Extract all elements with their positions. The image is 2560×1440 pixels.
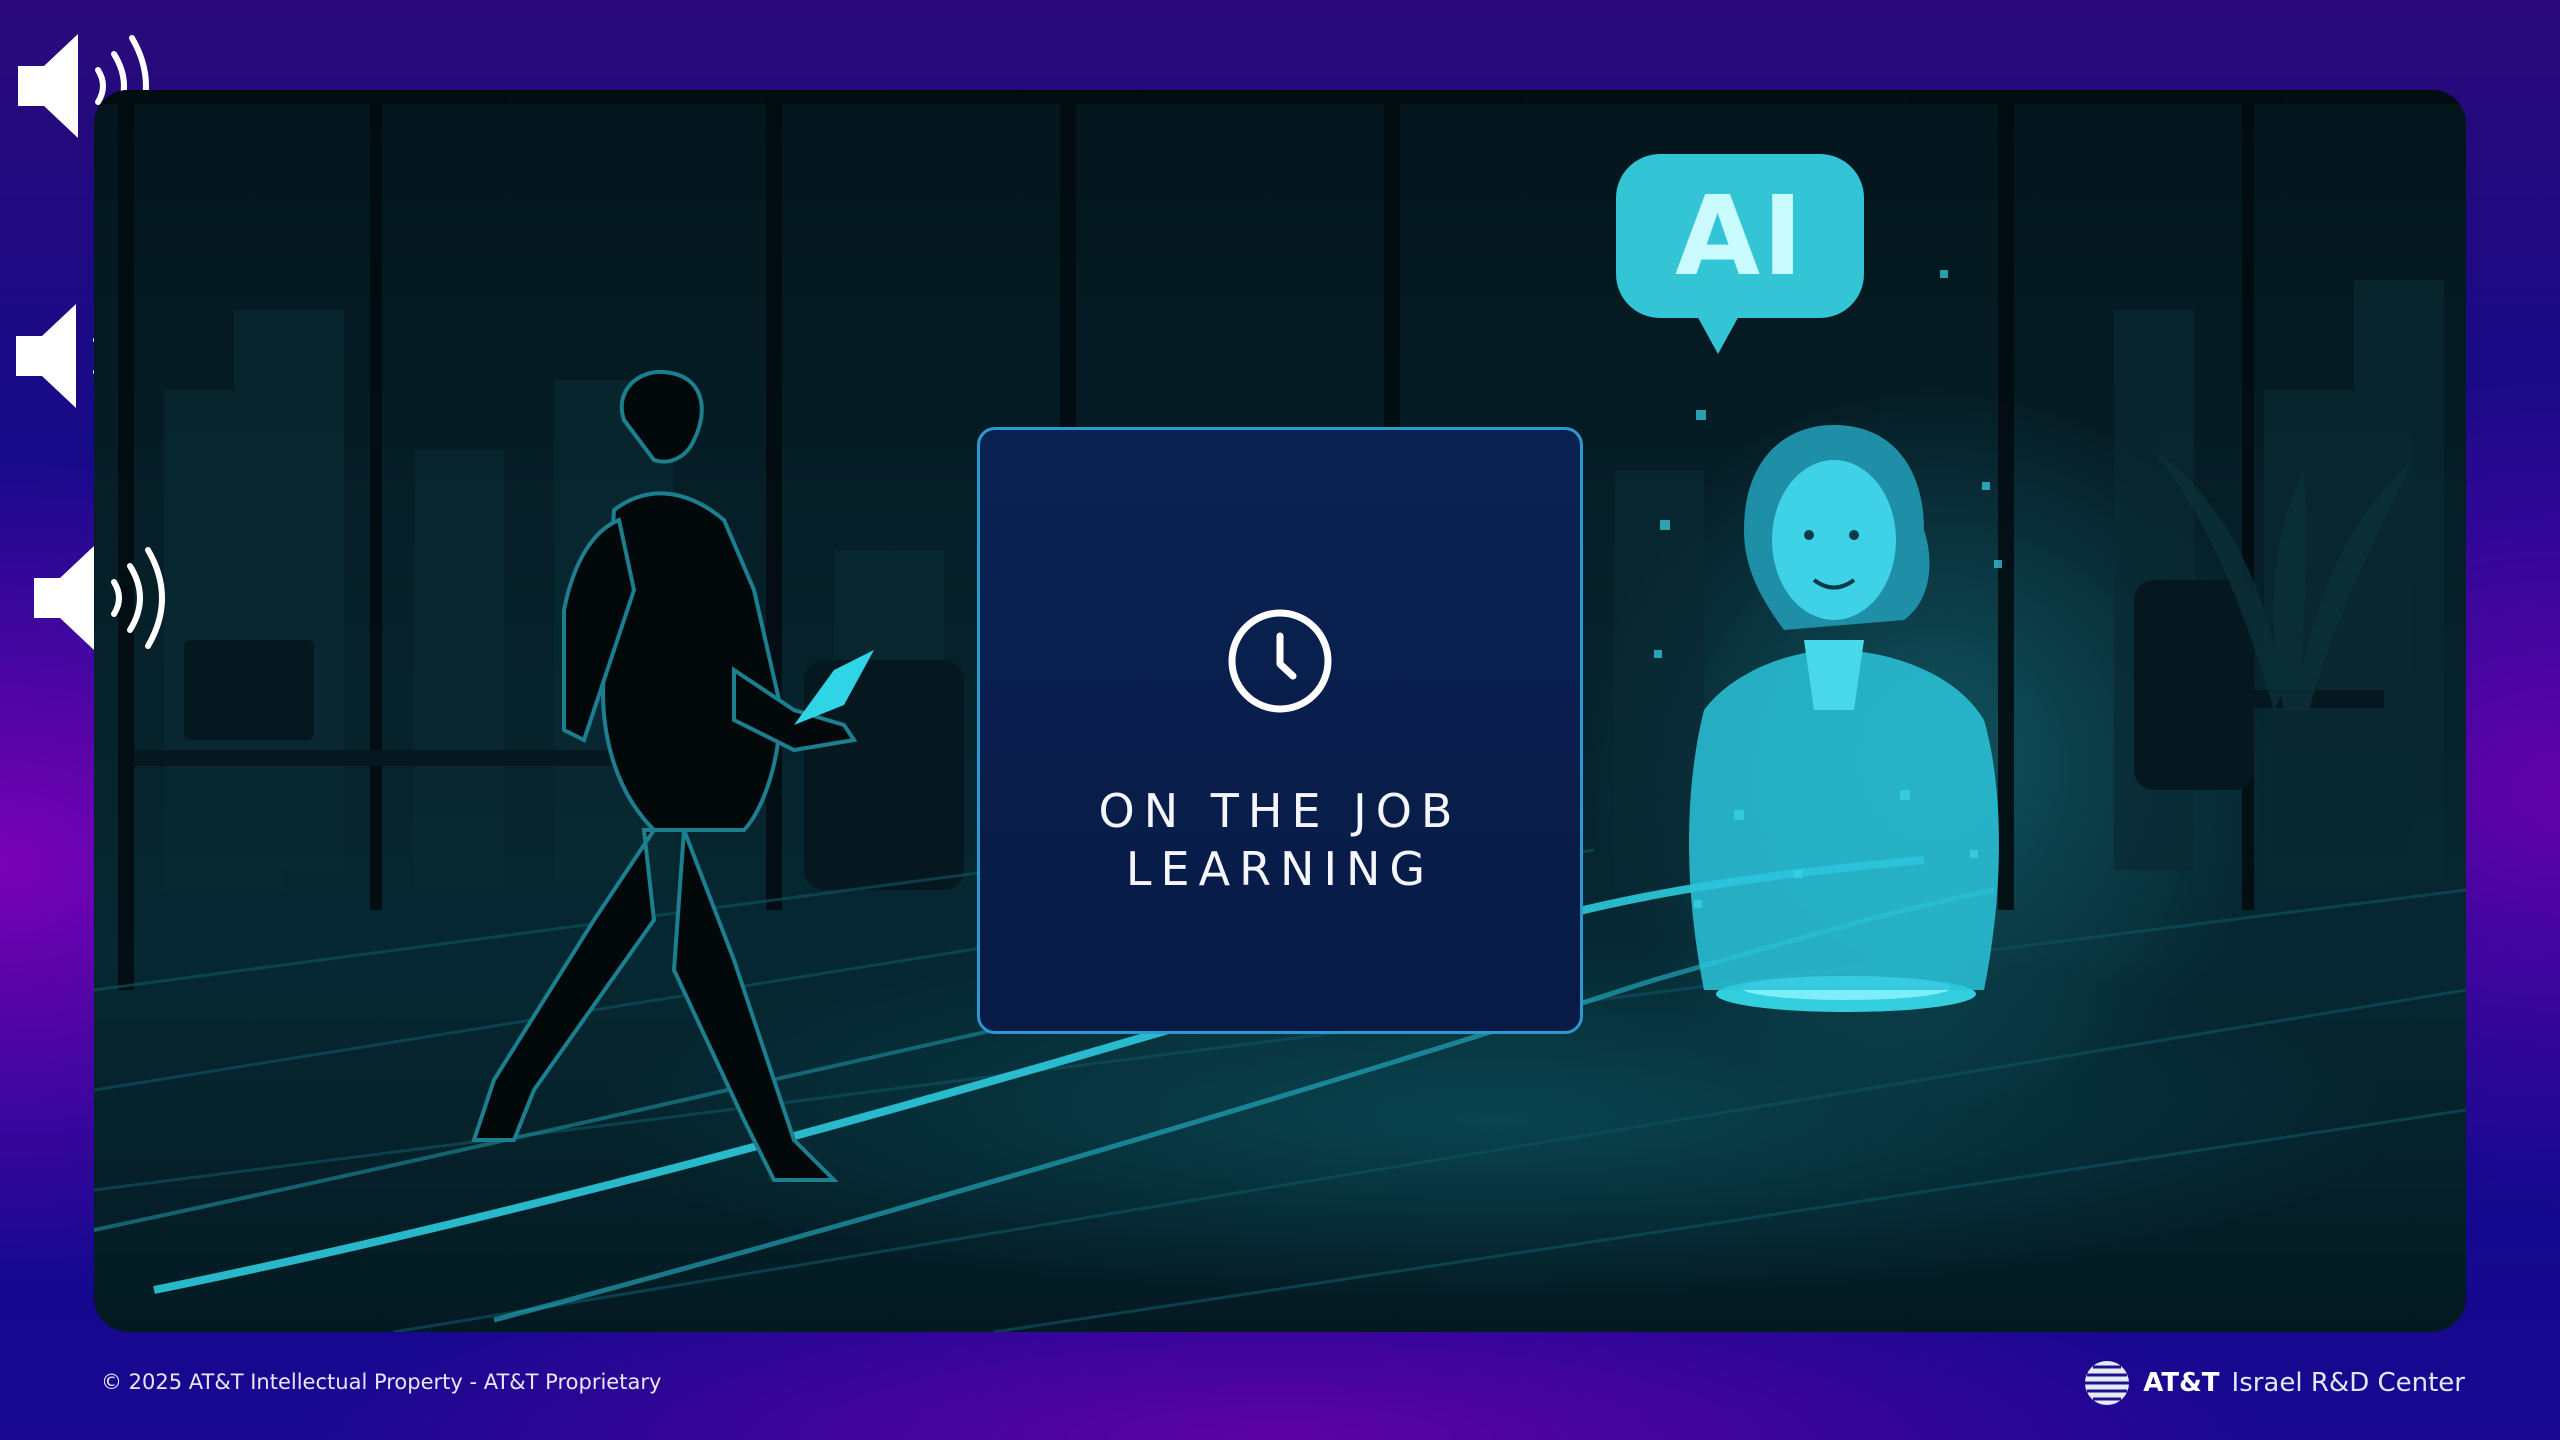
ai-speech-bubble: AI: [1616, 154, 1864, 354]
copyright-text: © 2025 AT&T Intellectual Property - AT&T…: [101, 1370, 662, 1394]
clock-icon: [1227, 608, 1333, 714]
ai-bubble-label: AI: [1674, 172, 1806, 300]
card-title-line1: ON THE JOB: [1098, 784, 1462, 838]
card-title: ON THE JOB LEARNING: [1000, 782, 1560, 898]
card-title-line2: LEARNING: [1125, 842, 1435, 896]
on-the-job-learning-card[interactable]: ON THE JOB LEARNING: [977, 427, 1583, 1034]
att-globe-icon: [2085, 1361, 2130, 1405]
brand-att: AT&T: [2143, 1368, 2220, 1398]
brand-center-name: Israel R&D Center: [2231, 1368, 2465, 1398]
att-brand-logo: AT&T Israel R&D Center: [2083, 1358, 2465, 1408]
ai-bubble-tail: [1696, 314, 1740, 354]
speaker-icon[interactable]: [30, 538, 180, 658]
